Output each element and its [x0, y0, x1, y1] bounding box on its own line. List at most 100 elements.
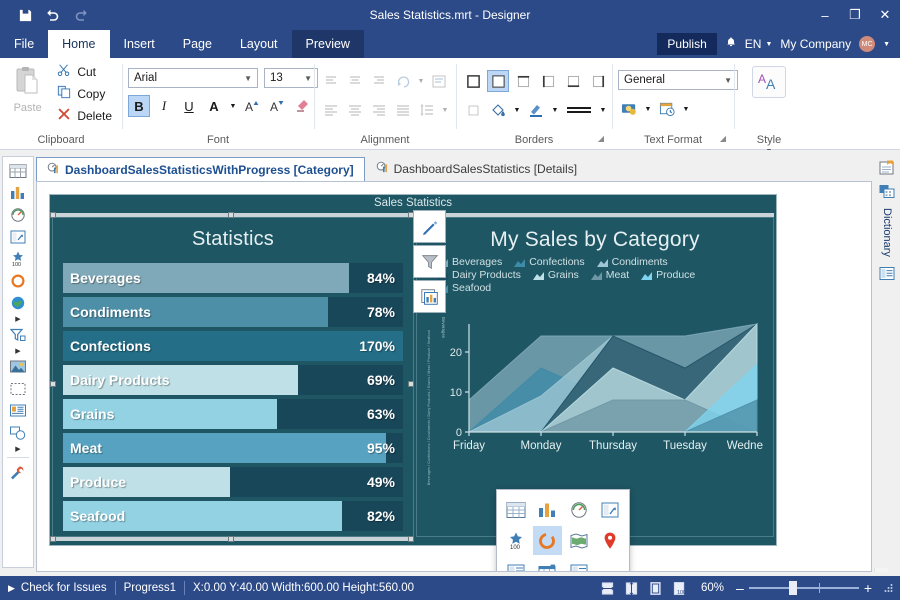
report-canvas[interactable]: Sales Statistics Statistics Beverages 84%…: [36, 181, 872, 572]
border-top-icon[interactable]: [512, 70, 534, 92]
indicator-icon[interactable]: [596, 495, 626, 524]
text-rotation-icon[interactable]: [392, 70, 414, 92]
publish-button[interactable]: Publish: [657, 33, 717, 55]
selection-handle-tl[interactable]: [50, 212, 56, 218]
font-color-button[interactable]: A: [203, 95, 225, 117]
underline-button[interactable]: U: [178, 95, 200, 117]
view-page-height-icon[interactable]: [623, 579, 641, 597]
border-all-icon[interactable]: [462, 70, 484, 92]
currency-format-icon[interactable]: [618, 98, 640, 120]
avatar[interactable]: MC: [859, 36, 876, 52]
borders-dialog-launcher[interactable]: ◢: [598, 130, 604, 147]
chart-tool-icon[interactable]: [5, 182, 31, 203]
selection-handle-bc[interactable]: [228, 536, 234, 542]
statistics-panel[interactable]: Statistics Beverages 84% Condiments 78% Conf…: [52, 217, 414, 537]
italic-button[interactable]: I: [153, 95, 175, 117]
grow-font-button[interactable]: A: [241, 95, 263, 117]
progress-row[interactable]: Beverages 84%: [63, 263, 403, 293]
progress-row[interactable]: Condiments 78%: [63, 297, 403, 327]
border-none-icon[interactable]: [462, 99, 484, 121]
date-format-icon[interactable]: [656, 98, 678, 120]
report-page[interactable]: Sales Statistics Statistics Beverages 84%…: [49, 194, 777, 571]
zoom-slider[interactable]: – +: [736, 581, 872, 595]
border-color-chevron-down-icon[interactable]: ▼: [550, 99, 560, 121]
delete-button[interactable]: Delete: [53, 106, 116, 125]
shrink-font-button[interactable]: A: [266, 95, 288, 117]
align-center-icon[interactable]: [344, 99, 366, 121]
progress-100-icon[interactable]: 100: [501, 526, 531, 555]
rich-text-tool-icon[interactable]: [5, 400, 31, 421]
page-tab-details[interactable]: DashboardSalesStatistics [Details]: [365, 156, 588, 181]
selection-handle-bl[interactable]: [50, 536, 56, 542]
zoom-100-icon[interactable]: 100: [671, 579, 689, 597]
dictionary-panel-label[interactable]: Dictionary: [881, 204, 893, 261]
save-icon[interactable]: [16, 6, 34, 24]
list-box-icon[interactable]: [501, 557, 531, 571]
bold-button[interactable]: B: [128, 95, 150, 117]
align-top-icon[interactable]: [320, 70, 342, 92]
rotation-chevron-down-icon[interactable]: ▼: [416, 70, 426, 92]
copy-button[interactable]: Copy: [53, 84, 116, 103]
border-right-icon[interactable]: [587, 70, 609, 92]
shape-rectangle-tool-icon[interactable]: [5, 378, 31, 399]
font-family-select[interactable]: Arial ▼: [128, 68, 258, 88]
pencil-icon[interactable]: [413, 210, 446, 243]
table-tool-icon[interactable]: [5, 160, 31, 181]
border-bottom-icon[interactable]: [562, 70, 584, 92]
progress-row[interactable]: Confections 170%: [63, 331, 403, 361]
combo-list-icon[interactable]: [564, 557, 594, 571]
image-tool-icon[interactable]: [5, 356, 31, 377]
map-icon[interactable]: [564, 526, 594, 555]
component-palette-popup[interactable]: 100: [496, 489, 630, 571]
gauge-tool-icon[interactable]: [5, 204, 31, 225]
pie-progress-icon[interactable]: [532, 526, 562, 555]
align-right-icon[interactable]: [368, 99, 390, 121]
text-wrap-icon[interactable]: [428, 70, 450, 92]
justify-icon[interactable]: [392, 99, 414, 121]
border-left-icon[interactable]: [537, 70, 559, 92]
border-style-chevron-down-icon[interactable]: ▼: [598, 99, 608, 121]
map-tool-icon[interactable]: [5, 292, 31, 313]
shapes-tool-icon[interactable]: [5, 422, 31, 443]
zoom-thumb[interactable]: [788, 581, 797, 595]
paste-button[interactable]: Paste: [6, 62, 49, 114]
selection-handle-tc[interactable]: [228, 212, 234, 218]
fill-color-icon[interactable]: [487, 99, 509, 121]
tab-preview[interactable]: Preview: [291, 30, 364, 58]
close-button[interactable]: ✕: [870, 0, 900, 30]
report-tree-icon[interactable]: [876, 156, 898, 178]
chart-stack-icon[interactable]: [413, 280, 446, 313]
online-map-icon[interactable]: [596, 526, 626, 555]
tools-wrench-icon[interactable]: [5, 462, 31, 483]
redo-icon[interactable]: [72, 6, 90, 24]
dictionary-icon[interactable]: [876, 180, 898, 202]
chart-icon[interactable]: [533, 495, 563, 524]
selection-handle-br[interactable]: [408, 536, 414, 542]
selection-handle-mr[interactable]: [408, 381, 414, 387]
zoom-out-button[interactable]: –: [736, 581, 744, 595]
progress-row[interactable]: Dairy Products 69%: [63, 365, 403, 395]
toolbox-expand-arrow-2-icon[interactable]: ▶: [15, 346, 20, 355]
align-bottom-icon[interactable]: [368, 70, 390, 92]
border-color-icon[interactable]: [525, 99, 547, 121]
tab-home[interactable]: Home: [48, 30, 110, 58]
minimize-button[interactable]: –: [810, 0, 840, 30]
cut-button[interactable]: Cut: [53, 62, 116, 81]
align-left-icon[interactable]: [320, 99, 342, 121]
text-format-dialog-launcher[interactable]: ◢: [720, 130, 726, 147]
line-spacing-chevron-down-icon[interactable]: ▼: [440, 99, 450, 121]
toolbox-expand-arrow-3-icon[interactable]: ▶: [15, 444, 20, 453]
zoom-level[interactable]: 60%: [695, 582, 730, 594]
tab-page[interactable]: Page: [169, 30, 226, 58]
check-for-issues-button[interactable]: Check for Issues: [21, 582, 107, 594]
fill-color-chevron-down-icon[interactable]: ▼: [512, 99, 522, 121]
calendar-icon[interactable]: [533, 557, 563, 571]
undo-icon[interactable]: [44, 6, 62, 24]
gauge-icon[interactable]: [564, 495, 594, 524]
notifications-bell-icon[interactable]: [725, 36, 737, 52]
style-button[interactable]: A A: [746, 66, 792, 98]
tab-layout[interactable]: Layout: [226, 30, 292, 58]
page-tab-category[interactable]: DashboardSalesStatisticsWithProgress [Ca…: [36, 157, 365, 182]
toolbox-expand-arrow-1-icon[interactable]: ▶: [15, 314, 20, 323]
line-spacing-icon[interactable]: [416, 99, 438, 121]
